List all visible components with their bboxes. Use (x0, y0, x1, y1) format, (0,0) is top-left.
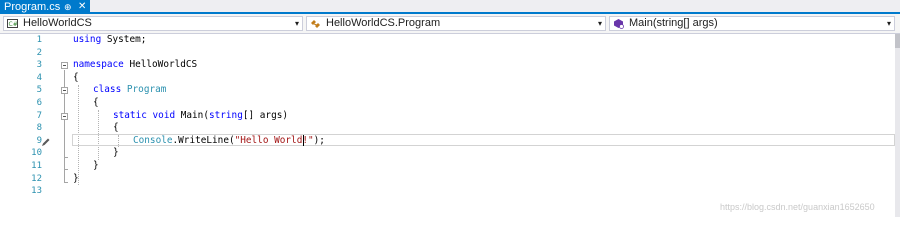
line-number: 11 (31, 161, 42, 171)
line-number: 13 (31, 186, 42, 197)
scrollbar-thumb[interactable] (895, 34, 900, 48)
code-text: ); (313, 134, 325, 146)
member-label: Main(string[] args) (629, 17, 718, 29)
collapse-class-icon[interactable] (61, 87, 68, 94)
watermark-text: https://blog.csdn.net/guanxian1652650 (720, 202, 875, 212)
method-name: Main( (175, 109, 209, 121)
line-number: 3 (36, 60, 42, 71)
type-name: Program (126, 84, 167, 96)
code-line-1[interactable]: using System; (73, 34, 146, 46)
code-line-12[interactable]: } (73, 173, 79, 185)
code-line-7[interactable]: static void Main(string[] args) (113, 110, 288, 122)
navigation-bar: C# HelloWorldCS ▾ HelloWorldCS.Program ▾… (0, 14, 900, 34)
type-dropdown[interactable]: HelloWorldCS.Program ▾ (306, 16, 606, 31)
code-line-3[interactable]: namespace HelloWorldCS (73, 59, 197, 71)
chevron-down-icon: ▾ (294, 19, 299, 28)
string-literal: "Hello World!" (234, 134, 314, 146)
project-dropdown[interactable]: C# HelloWorldCS ▾ (3, 16, 303, 31)
outline-end (64, 169, 68, 170)
svg-text:C#: C# (9, 21, 18, 28)
line-number: 12 (31, 173, 42, 184)
keyword-static: static (113, 109, 147, 121)
chevron-down-icon: ▾ (886, 19, 891, 28)
method-icon (614, 19, 624, 29)
code-text: HelloWorldCS (123, 59, 198, 71)
code-text: [] args) (242, 109, 289, 121)
code-line-10[interactable]: } (113, 147, 119, 159)
collapse-method-icon[interactable] (61, 113, 68, 120)
close-icon[interactable]: ✕ (78, 0, 86, 14)
project-label: HelloWorldCS (23, 17, 92, 29)
class-icon (311, 20, 320, 28)
code-editor[interactable]: 1 2 3 4 5 6 7 8 9 10 11 12 13 using Syst… (0, 34, 900, 217)
type-label: HelloWorldCS.Program (326, 17, 441, 29)
line-number: 5 (36, 85, 42, 96)
code-line-4[interactable]: { (73, 72, 79, 84)
line-number: 10 (31, 148, 42, 159)
line-number: 7 (36, 110, 42, 121)
chevron-down-icon: ▾ (597, 19, 602, 28)
collapse-namespace-icon[interactable] (61, 62, 68, 69)
outline-end (64, 157, 68, 158)
tab-title: Program.cs (4, 1, 61, 13)
code-line-6[interactable]: { (93, 97, 99, 109)
code-text: .WriteLine( (172, 134, 235, 146)
editor-margin: 1 2 3 4 5 6 7 8 9 10 11 12 13 (0, 34, 72, 217)
keyword-using: using (73, 34, 102, 45)
document-tab-strip: Program.cs ⊕ ✕ (0, 0, 900, 14)
csharp-project-icon: C# (7, 19, 18, 28)
keyword-string: string (208, 109, 243, 121)
pencil-icon (42, 138, 50, 146)
keyword-void: void (152, 109, 176, 121)
outline-end (64, 182, 68, 183)
tab-program-cs[interactable]: Program.cs ⊕ ✕ (0, 0, 90, 14)
code-line-11[interactable]: } (93, 160, 99, 172)
code-line-8[interactable]: { (113, 122, 119, 134)
code-line-9[interactable]: Console.WriteLine("Hello World!"); (133, 135, 325, 147)
vertical-scrollbar[interactable] (895, 34, 900, 217)
pin-icon[interactable]: ⊕ (64, 0, 72, 14)
keyword-class: class (93, 84, 122, 96)
code-line-5[interactable]: class Program (93, 84, 166, 96)
code-text: System; (101, 34, 147, 45)
line-number: 2 (36, 47, 42, 58)
type-name: Console (133, 134, 173, 146)
line-number: 4 (36, 72, 42, 83)
member-dropdown[interactable]: Main(string[] args) ▾ (609, 16, 895, 31)
line-number: 6 (36, 98, 42, 108)
line-number: 9 (36, 135, 42, 146)
keyword-namespace: namespace (73, 59, 124, 71)
text-cursor (303, 135, 304, 146)
line-number: 8 (36, 123, 42, 134)
line-number: 1 (36, 35, 42, 45)
